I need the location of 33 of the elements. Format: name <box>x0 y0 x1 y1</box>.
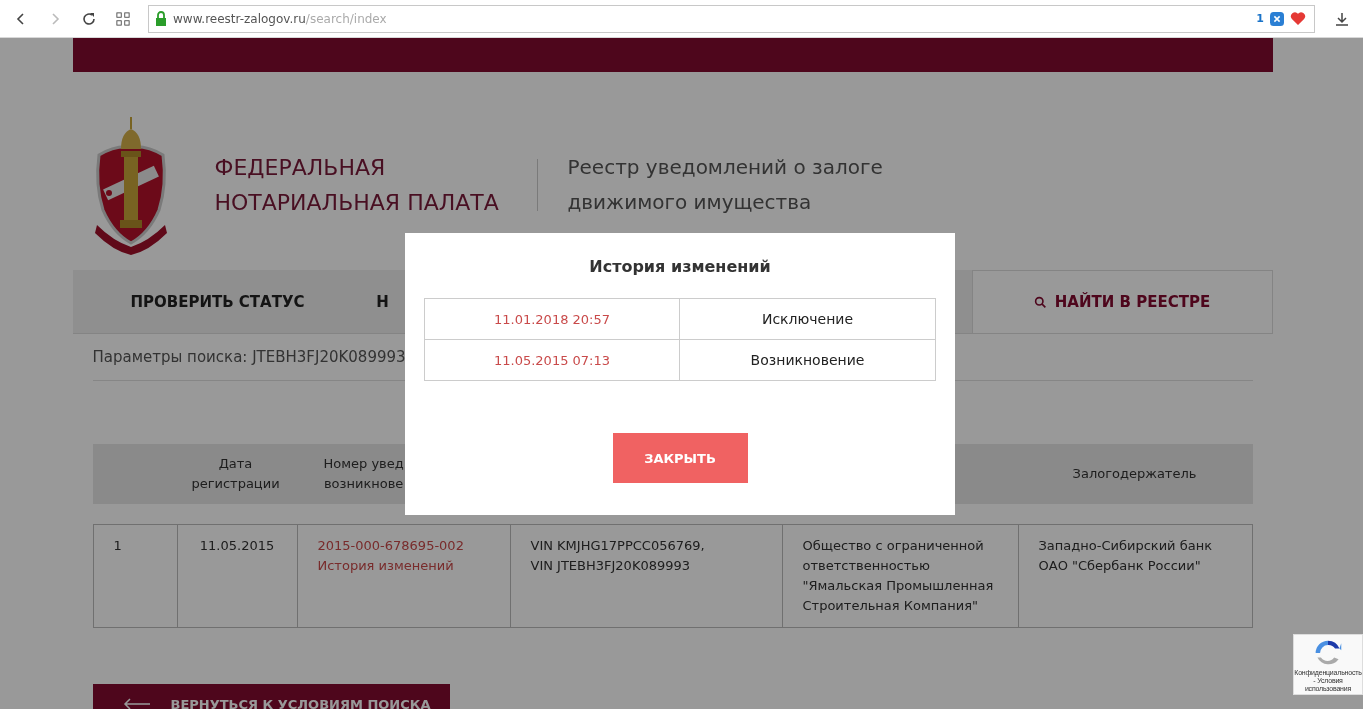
table-cell: VIN KMJHG17PPCC056769, VIN JTEBH3FJ20K089993 <box>509 525 782 627</box>
record-link[interactable]: История изменений <box>317 556 454 576</box>
table-cell: Западно-Сибирский банк ОАО "Сбербанк России" <box>1017 525 1254 627</box>
nav-tab[interactable]: Н <box>362 270 403 333</box>
dialog-title: История изменений <box>589 257 771 276</box>
column-header: Залогодержатель <box>1072 465 1197 483</box>
back-to-search-button[interactable]: ВЕРНУТЬСЯ К УСЛОВИЯМ ПОИСКА <box>92 684 450 709</box>
url-text: www.reestr-zalogov.ru/search/index <box>173 11 387 26</box>
table-cell-text: 1 <box>112 537 123 555</box>
change-date: 11.01.2018 20:57 <box>425 299 680 339</box>
column-header: Дата регистрации <box>191 455 280 493</box>
address-bar[interactable]: www.reestr-zalogov.ru/search/index 1 <box>148 4 1315 33</box>
nav-tab[interactable]: НАЙТИ В РЕЕСТРЕ <box>971 270 1273 333</box>
column-header: Номер увед возникнове <box>323 455 404 493</box>
change-date: 11.05.2015 07:13 <box>425 340 680 380</box>
extension-count: 1 <box>1256 12 1264 25</box>
change-event: Возникновение <box>749 351 866 370</box>
site-subtitle: Реестр уведомлений о залоге движимого имущества <box>567 154 883 216</box>
reload-icon <box>81 10 97 27</box>
record-link[interactable]: 2015-000-678695-002 <box>317 536 464 556</box>
grid-icon <box>116 11 130 26</box>
close-button[interactable]: ЗАКРЫТЬ <box>612 433 748 483</box>
download-icon <box>1334 10 1350 27</box>
arrow-left-icon <box>122 698 151 709</box>
search-icon <box>1033 295 1047 309</box>
table-cell: 11.05.2015 <box>176 525 297 627</box>
heart-icon <box>1290 11 1306 26</box>
organization-name: ФЕДЕРАЛЬНАЯ НОТАРИАЛЬНАЯ ПАЛАТА <box>214 154 500 217</box>
nav-tab[interactable]: ПРОВЕРИТЬ СТАТУС <box>72 270 363 333</box>
change-event: Исключение <box>760 310 855 329</box>
table-cell: Общество с ограниченной ответственностью "Ямальская Промышленная Строительная Компания" <box>781 525 1018 627</box>
blocker-icon <box>1270 11 1284 26</box>
lock-icon <box>155 11 167 26</box>
